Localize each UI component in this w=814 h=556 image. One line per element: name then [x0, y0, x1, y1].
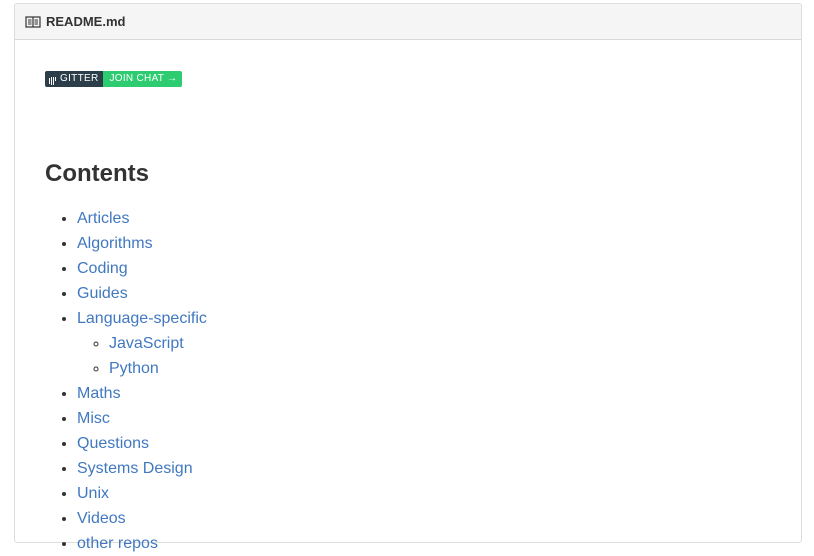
toc-link-python[interactable]: Python [109, 360, 159, 377]
readme-header: README.md [15, 4, 801, 40]
gitter-icon [49, 75, 56, 85]
readme-panel: README.md GITTER JOIN CHAT → Contents Ar… [14, 3, 802, 552]
toc-link-coding[interactable]: Coding [77, 260, 128, 277]
toc-item: Maths [77, 381, 207, 406]
toc-item: Articles [77, 206, 207, 231]
table-of-contents: Articles Algorithms Coding Guides Language-s… [45, 206, 207, 556]
toc-link-other-repos[interactable]: other repos [77, 535, 158, 552]
toc-item: Unix [77, 481, 207, 506]
toc-link-videos[interactable]: Videos [77, 510, 126, 527]
toc-subitem: Python [109, 356, 207, 381]
contents-heading: Contents [45, 160, 149, 187]
toc-item: Systems Design [77, 456, 207, 481]
toc-item: Questions [77, 431, 207, 456]
toc-link-misc[interactable]: Misc [77, 410, 110, 427]
badge-left-label: GITTER [60, 73, 99, 84]
toc-item: Algorithms [77, 231, 207, 256]
toc-link-javascript[interactable]: JavaScript [109, 335, 184, 352]
toc-item: other repos [77, 531, 207, 556]
toc-sublist: JavaScript Python [77, 331, 207, 381]
toc-link-maths[interactable]: Maths [77, 385, 121, 402]
gitter-badge[interactable]: GITTER JOIN CHAT → [45, 71, 183, 87]
toc-item: Language-specific JavaScript Python [77, 306, 207, 381]
toc-item: Videos [77, 506, 207, 531]
toc-link-language-specific[interactable]: Language-specific [77, 310, 207, 327]
toc-subitem: JavaScript [109, 331, 207, 356]
book-icon [25, 15, 41, 29]
toc-link-algorithms[interactable]: Algorithms [77, 235, 153, 252]
toc-link-questions[interactable]: Questions [77, 435, 149, 452]
badge-left: GITTER [45, 71, 104, 87]
toc-item: Misc [77, 406, 207, 431]
toc-item: Guides [77, 281, 207, 306]
toc-item: Coding [77, 256, 207, 281]
toc-link-articles[interactable]: Articles [77, 210, 129, 227]
join-chat-label: JOIN CHAT → [103, 71, 183, 87]
toc-link-unix[interactable]: Unix [77, 485, 109, 502]
readme-title: README.md [46, 14, 126, 29]
toc-link-systems-design[interactable]: Systems Design [77, 460, 193, 477]
toc-link-guides[interactable]: Guides [77, 285, 128, 302]
